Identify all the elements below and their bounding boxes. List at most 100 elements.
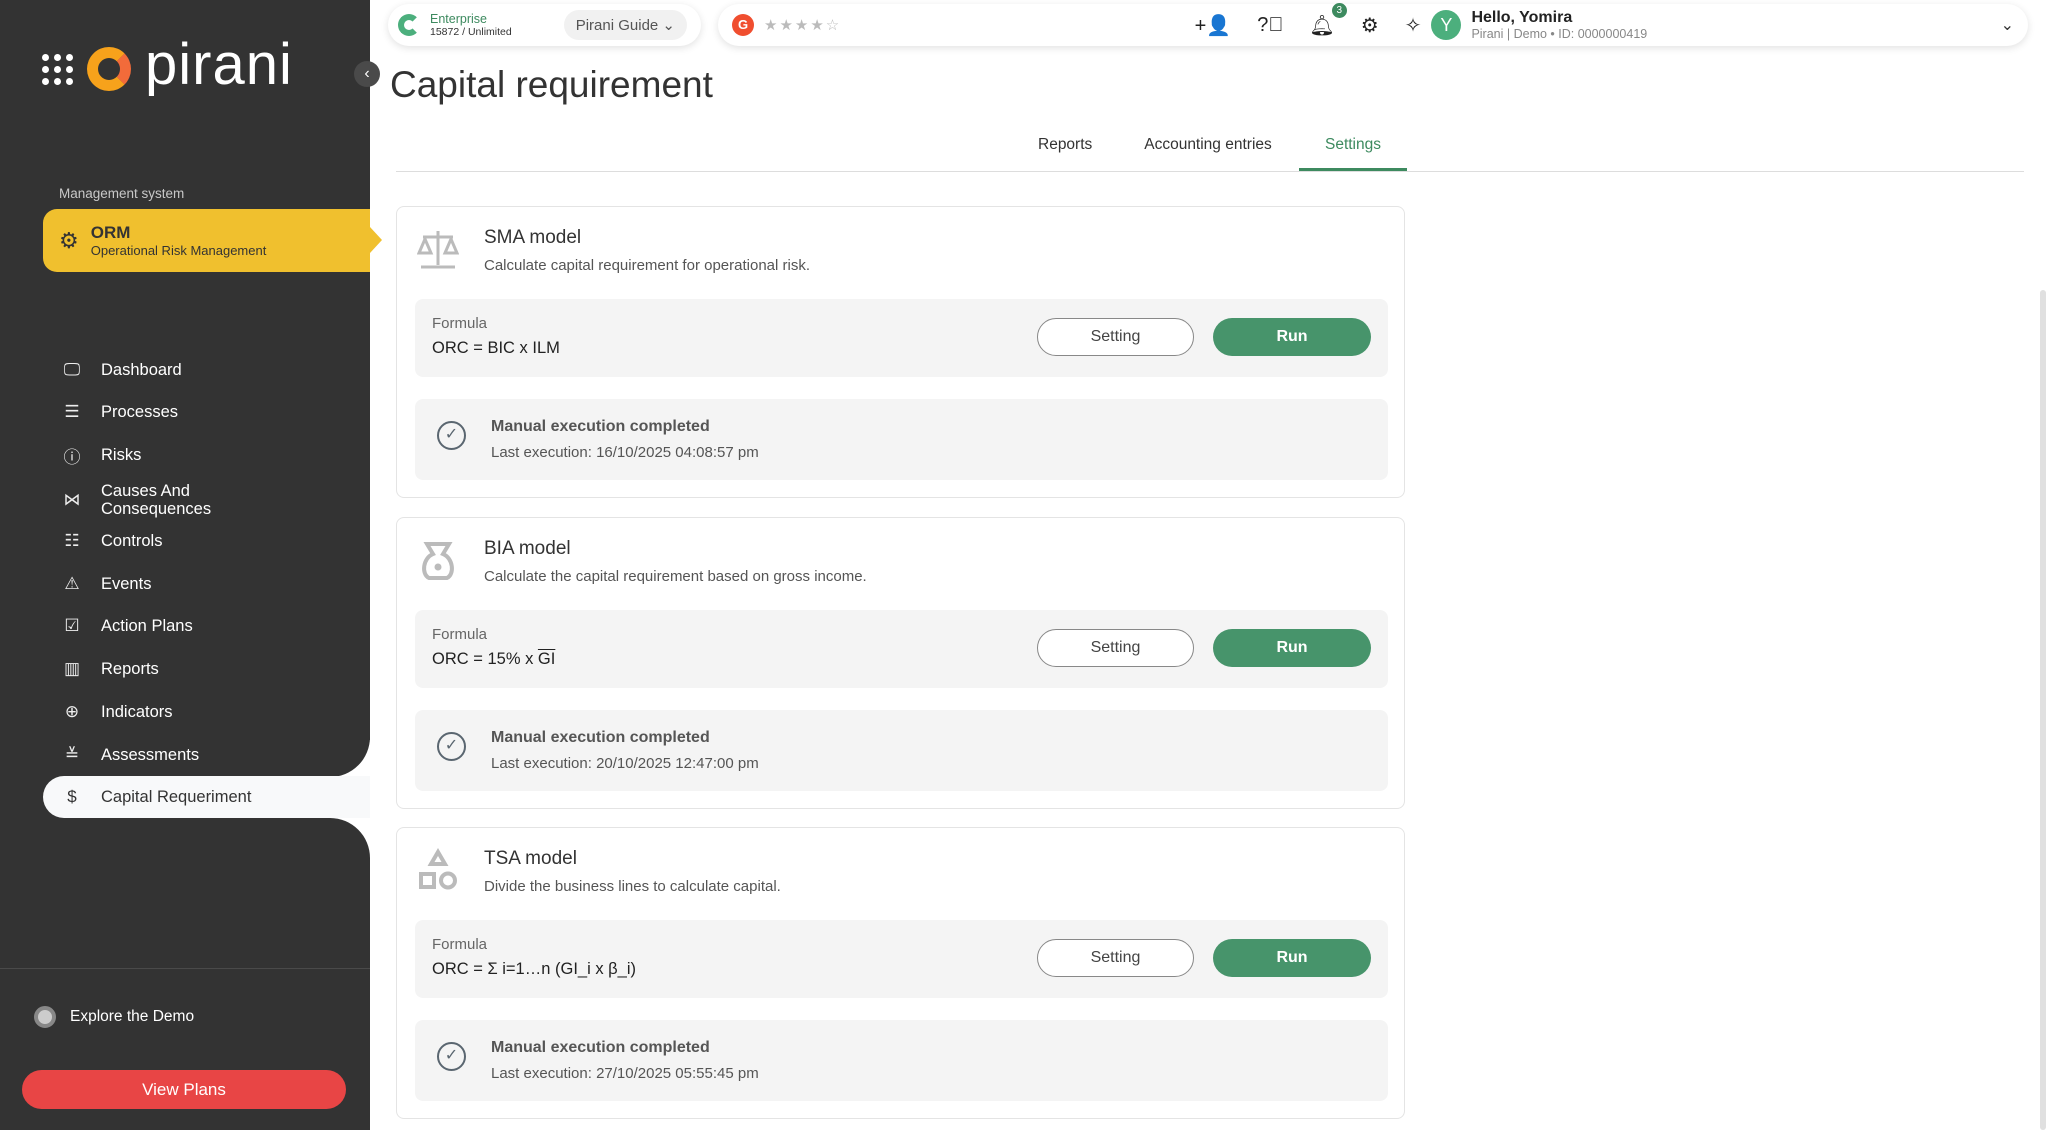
system-subtitle: Operational Risk Management — [91, 243, 267, 258]
checklist-icon: ≚ — [61, 745, 83, 765]
add-user-icon[interactable]: +👤 — [1195, 13, 1232, 38]
pirani-guide-dropdown[interactable]: Pirani Guide ⌄ — [564, 10, 687, 40]
apps-grid-icon[interactable] — [42, 54, 73, 85]
section-label: Management system — [59, 186, 184, 201]
sidebar-item-action-plans[interactable]: ☑Action Plans — [43, 606, 370, 646]
run-button[interactable]: Run — [1213, 318, 1371, 356]
list-icon: ☰ — [61, 402, 83, 422]
scale-balance-icon — [417, 227, 459, 271]
plan-icon — [398, 14, 420, 36]
formula-text: ORC = 15% x — [432, 650, 538, 668]
scrollbar[interactable] — [2040, 290, 2046, 1130]
alert-circle-icon: ⓘ — [61, 443, 83, 468]
bia-model-card: BIA model Calculate the capital requirem… — [396, 517, 1405, 809]
last-execution: Last execution: 16/10/2025 04:08:57 pm — [491, 444, 759, 461]
plan-usage: 15872 / Unlimited — [430, 26, 512, 38]
execution-status: ✓ Manual execution completed Last execut… — [415, 399, 1388, 480]
help-icon[interactable]: ?⃝ — [1257, 14, 1283, 37]
nav-label: Reports — [101, 660, 159, 679]
formula-label: Formula — [432, 936, 487, 953]
model-title: BIA model — [484, 538, 571, 560]
view-plans-button[interactable]: View Plans — [22, 1070, 346, 1109]
system-selector-orm[interactable]: ⚙ ORM Operational Risk Management — [43, 209, 370, 272]
pirani-ring-icon — [87, 47, 131, 91]
plan-name: Enterprise — [430, 12, 512, 26]
avatar[interactable]: Y — [1431, 10, 1461, 40]
system-name: ORM — [91, 223, 267, 243]
nav-label: Processes — [101, 403, 178, 422]
formula-box: Formula ORC = Σ i=1…n (GI_i x β_i) Setti… — [415, 920, 1388, 998]
last-execution: Last execution: 27/10/2025 05:55:45 pm — [491, 1065, 759, 1082]
model-description: Divide the business lines to calculate c… — [484, 878, 781, 895]
sparkle-ai-icon[interactable]: ✧ — [1405, 13, 1422, 38]
model-description: Calculate capital requirement for operat… — [484, 257, 810, 274]
nav-label: Risks — [101, 446, 141, 465]
sidebar-item-controls[interactable]: ☷Controls — [43, 521, 370, 561]
model-title: SMA model — [484, 227, 581, 249]
formula-box: Formula ORC = 15% x GI Setting Run — [415, 610, 1388, 688]
formula-label: Formula — [432, 626, 487, 643]
sidebar-item-processes[interactable]: ☰ Processes — [43, 392, 370, 432]
formula: ORC = BIC x ILM — [432, 339, 560, 358]
monitor-icon: 🖵 — [61, 360, 83, 380]
sidebar-item-dashboard[interactable]: 🖵Dashboard — [43, 350, 370, 390]
check-circle-icon: ✓ — [437, 1042, 466, 1071]
status-text: Manual execution completed — [491, 1039, 710, 1057]
dollar-circle-icon: $ — [61, 787, 83, 807]
greeting: Hello, Yomira — [1471, 9, 1647, 27]
top-toolbar: G ★★★★☆ +👤 ?⃝ 🔔︎3 ⚙ ✧ Y Hello, YomiraPir… — [718, 4, 2028, 46]
model-description: Calculate the capital requirement based … — [484, 568, 867, 585]
warning-icon: ⚠ — [61, 574, 83, 594]
shapes-icon — [417, 848, 459, 892]
logo-text: pirani — [145, 36, 293, 94]
pirani-logo[interactable]: pirani — [42, 44, 293, 94]
nav-label: Assessments — [101, 746, 199, 765]
setting-button[interactable]: Setting — [1037, 629, 1194, 667]
run-button[interactable]: Run — [1213, 629, 1371, 667]
setting-button[interactable]: Setting — [1037, 939, 1194, 977]
setting-button[interactable]: Setting — [1037, 318, 1194, 356]
nav-label: Action Plans — [101, 617, 193, 636]
sidebar-item-reports[interactable]: ▥ Reports — [43, 649, 370, 689]
chevron-down-icon: ⌄ — [662, 17, 675, 34]
tsa-model-card: TSA model Divide the business lines to c… — [396, 827, 1405, 1119]
run-button[interactable]: Run — [1213, 939, 1371, 977]
g2-logo[interactable]: G — [732, 14, 754, 36]
formula-box: Formula ORC = BIC x ILM Setting Run — [415, 299, 1388, 377]
chevron-down-icon[interactable]: ⌄ — [2001, 15, 2014, 35]
tab-settings[interactable]: Settings — [1299, 136, 1407, 171]
status-text: Manual execution completed — [491, 729, 710, 747]
rating-stars[interactable]: ★★★★☆ — [764, 16, 841, 34]
divider — [0, 968, 370, 969]
plan-pill: Enterprise15872 / Unlimited Pirani Guide… — [388, 4, 701, 46]
page-title: Capital requirement — [390, 64, 713, 106]
account-info: Pirani | Demo • ID: 0000000419 — [1471, 27, 1647, 41]
nav-label: Indicators — [101, 703, 173, 722]
sidebar-item-causes[interactable]: ⋈Causes And Consequences — [43, 478, 370, 522]
formula: ORC = Σ i=1…n (GI_i x β_i) — [432, 960, 636, 979]
explore-demo-link[interactable]: Explore the Demo — [34, 1006, 194, 1028]
money-bag-icon — [417, 538, 459, 582]
bar-chart-icon: ▥ — [61, 659, 83, 679]
check-circle-icon: ✓ — [437, 421, 466, 450]
tab-accounting-entries[interactable]: Accounting entries — [1140, 136, 1276, 171]
decor — [300, 818, 370, 898]
notifications-bell-icon[interactable]: 🔔︎3 — [1309, 13, 1334, 38]
gear-icon[interactable]: ⚙ — [1361, 13, 1379, 38]
sidebar-item-risks[interactable]: ⓘ Risks — [43, 435, 370, 475]
crosshair-icon: ⊕ — [61, 702, 83, 722]
tab-reports[interactable]: Reports — [1038, 136, 1092, 171]
sidebar-item-events[interactable]: ⚠Events — [43, 564, 370, 604]
nav-label: Capital Requeriment — [101, 788, 251, 807]
check-circle-icon: ✓ — [437, 732, 466, 761]
gear-alert-icon: ⚙ — [59, 228, 79, 254]
sidebar: pirani Management system ⚙ ORM Operation… — [0, 0, 370, 1130]
status-text: Manual execution completed — [491, 418, 710, 436]
sidebar-item-indicators[interactable]: ⊕ Indicators — [43, 692, 370, 732]
sidebar-item-assessments[interactable]: ≚ Assessments — [43, 735, 370, 775]
formula: ORC = 15% x GI — [432, 650, 555, 669]
sidebar-item-capital-requirement[interactable]: $ Capital Requeriment — [43, 776, 370, 818]
bowtie-icon: ⋈ — [61, 491, 83, 509]
sliders-icon: ☷ — [61, 531, 83, 551]
collapse-sidebar-button[interactable]: ‹ — [354, 61, 380, 87]
